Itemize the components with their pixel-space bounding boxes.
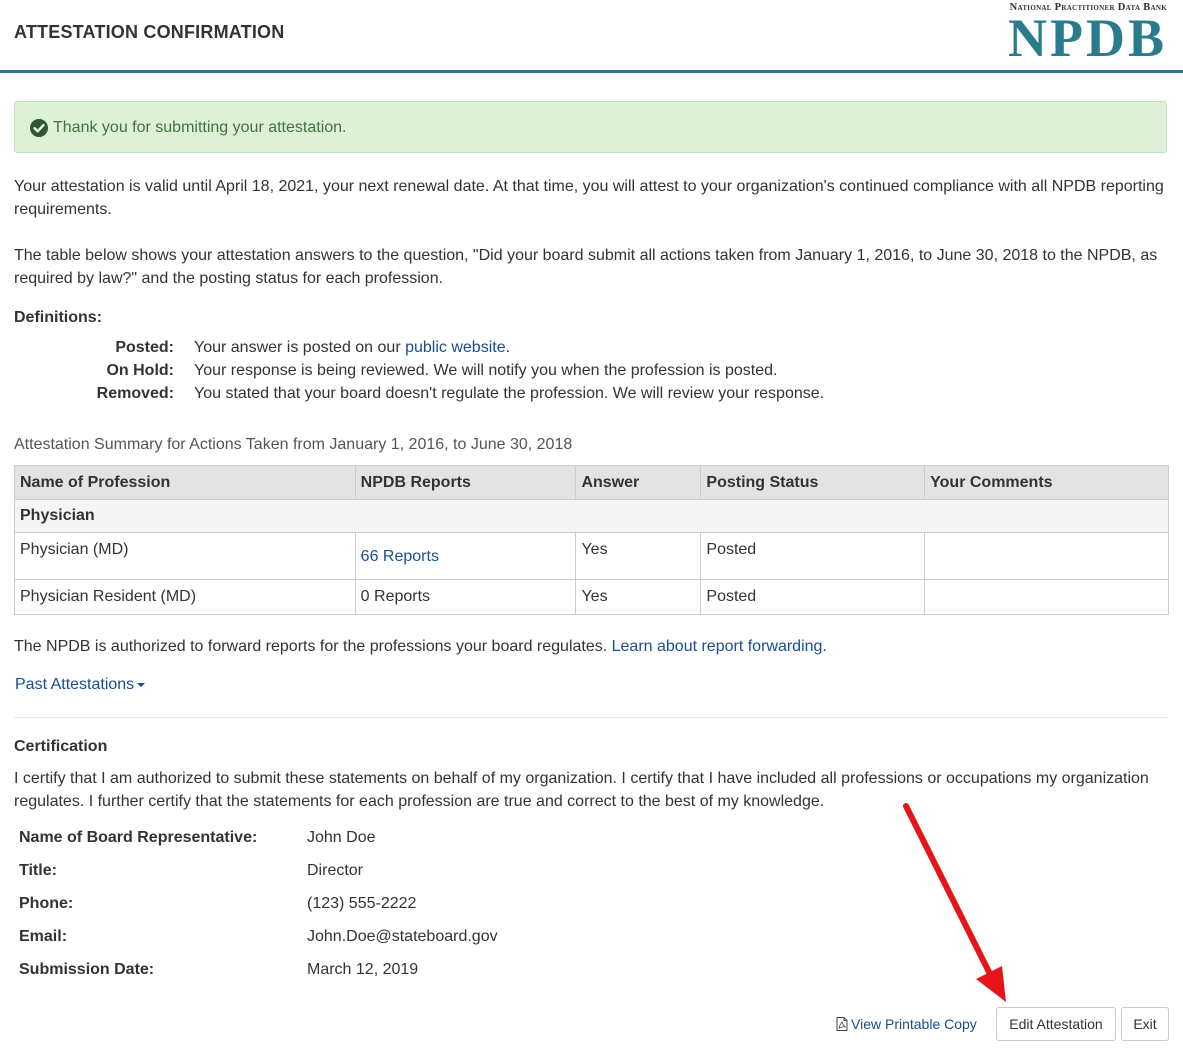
reports-link[interactable]: 66 Reports	[361, 548, 439, 566]
definition-posted: Posted: Your answer is posted on our pub…	[14, 339, 1169, 362]
definition-term: Posted:	[115, 339, 174, 356]
definition-term: On Hold:	[106, 362, 174, 379]
comments-cell	[924, 532, 1169, 580]
column-header: Posting Status	[700, 465, 926, 500]
report-forwarding-link[interactable]: Learn about report forwarding	[612, 638, 823, 655]
past-attestations-label: Past Attestations	[15, 676, 135, 693]
logo-wordmark: NPDB	[1008, 8, 1167, 68]
table-description: The table below shows your attestation a…	[14, 247, 1158, 287]
definition-on-hold: On Hold: Your response is being reviewed…	[14, 362, 1169, 385]
reports-cell: 66 Reports	[354, 532, 577, 580]
definition-term: Removed:	[96, 385, 174, 402]
table-group-row: Physician	[14, 499, 1169, 533]
definition-desc: You stated that your board doesn't regul…	[194, 385, 825, 402]
certification-heading: Certification	[14, 738, 108, 755]
definition-desc: Your response is being reviewed. We will…	[194, 362, 778, 379]
public-website-link[interactable]: public website	[405, 339, 506, 356]
reports-cell: 0 Reports	[354, 579, 577, 615]
validity-text: Your attestation is valid until April 18…	[14, 178, 1164, 218]
forwarding-text: The NPDB is authorized to forward report…	[14, 635, 1169, 658]
comments-cell	[924, 579, 1169, 615]
definitions-heading: Definitions:	[14, 309, 102, 326]
npdb-logo: National Practitioner Data Bank NPDB	[1008, 2, 1167, 68]
rep-name-value: John Doe	[307, 829, 376, 846]
print-label: View Printable Copy	[851, 1016, 977, 1032]
profession-cell: Physician Resident (MD)	[14, 579, 356, 615]
table-row: Physician Resident (MD) 0 Reports Yes Po…	[14, 579, 1169, 615]
answer-cell: Yes	[575, 579, 702, 615]
forwarding-period: .	[822, 638, 827, 655]
caret-down-icon	[137, 682, 146, 687]
definition-removed: Removed: You stated that your board does…	[14, 385, 1169, 408]
column-header: NPDB Reports	[354, 465, 577, 500]
status-cell: Posted	[700, 532, 926, 580]
definition-desc: Your answer is posted on our public webs…	[194, 339, 510, 357]
certification-text: I certify that I am authorized to submit…	[14, 770, 1149, 810]
page-header: ATTESTATION CONFIRMATION National Practi…	[0, 0, 1183, 73]
exit-button[interactable]: Exit	[1121, 1007, 1169, 1041]
view-printable-copy-link[interactable]: View Printable Copy	[836, 1016, 977, 1032]
title-label: Title:	[19, 862, 57, 879]
email-label: Email:	[19, 928, 68, 945]
profession-cell: Physician (MD)	[14, 532, 356, 580]
summary-caption: Attestation Summary for Actions Taken fr…	[14, 436, 573, 453]
rep-name-label: Name of Board Representative:	[19, 829, 258, 846]
submission-date-label: Submission Date:	[19, 961, 155, 978]
definition-text: Your answer is posted on our	[194, 339, 406, 356]
status-cell: Posted	[700, 579, 926, 615]
column-header: Your Comments	[924, 465, 1169, 500]
submission-date-value: March 12, 2019	[307, 961, 419, 978]
alert-message: Thank you for submitting your attestatio…	[53, 119, 347, 136]
column-header: Name of Profession	[14, 465, 356, 500]
attestation-summary-table: Name of Profession NPDB Reports Answer P…	[14, 465, 1169, 615]
table-header-row: Name of Profession NPDB Reports Answer P…	[14, 465, 1169, 500]
column-header: Answer	[575, 465, 702, 500]
section-divider	[14, 717, 1169, 718]
definition-text-end: .	[505, 339, 511, 356]
answer-cell: Yes	[575, 532, 702, 580]
page-title: ATTESTATION CONFIRMATION	[14, 22, 285, 42]
success-alert: Thank you for submitting your attestatio…	[14, 101, 1167, 153]
edit-attestation-button[interactable]: Edit Attestation	[996, 1007, 1116, 1041]
pdf-file-icon	[836, 1017, 848, 1031]
past-attestations-dropdown[interactable]: Past Attestations	[15, 676, 146, 694]
group-label: Physician	[14, 499, 1169, 533]
title-value: Director	[307, 862, 364, 879]
phone-value: (123) 555-2222	[307, 895, 417, 912]
forwarding-sentence: The NPDB is authorized to forward report…	[14, 638, 612, 655]
check-circle-icon	[30, 119, 48, 137]
table-row: Physician (MD) 66 Reports Yes Posted	[14, 532, 1169, 580]
phone-label: Phone:	[19, 895, 74, 912]
email-value: John.Doe@stateboard.gov	[307, 928, 498, 945]
